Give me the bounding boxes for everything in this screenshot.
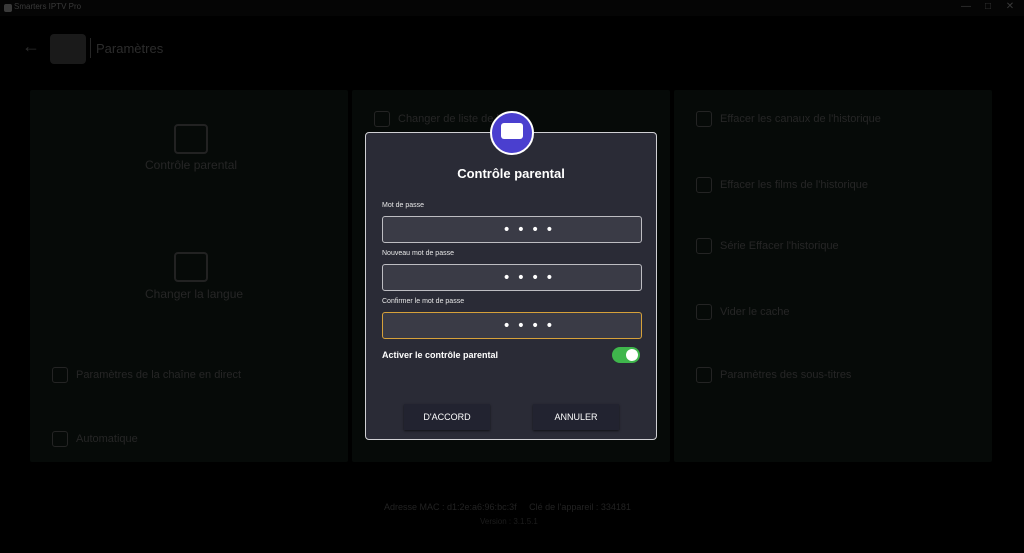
subtitle-settings-item[interactable]: Paramètres des sous-titres bbox=[696, 367, 851, 383]
new-password-field[interactable] bbox=[382, 264, 642, 291]
parental-control-icon bbox=[174, 124, 208, 154]
history-icon bbox=[696, 238, 712, 254]
change-language-item[interactable]: Changer la langue bbox=[145, 287, 243, 301]
header-separator bbox=[90, 38, 91, 58]
back-arrow-icon[interactable]: ← bbox=[22, 36, 40, 57]
toggle-knob bbox=[626, 349, 638, 361]
clear-channels-history-item[interactable]: Effacer les canaux de l'historique bbox=[696, 111, 881, 127]
clear-cache-item[interactable]: Vider le cache bbox=[696, 304, 790, 320]
history-icon bbox=[696, 177, 712, 193]
clear-movies-history-item[interactable]: Effacer les films de l'historique bbox=[696, 177, 868, 193]
page-title: Paramètres bbox=[96, 41, 164, 56]
smarters-logo-badge bbox=[490, 111, 534, 155]
minimize-button[interactable]: — bbox=[956, 1, 976, 12]
new-password-input[interactable] bbox=[383, 265, 641, 290]
tv-icon bbox=[52, 367, 68, 383]
device-key: Clé de l'appareil : 334181 bbox=[529, 502, 631, 512]
close-window-button[interactable]: ✕ bbox=[1000, 1, 1020, 12]
cancel-button[interactable]: ANNULER bbox=[533, 404, 619, 430]
parental-control-item[interactable]: Contrôle parental bbox=[145, 158, 237, 172]
list-icon bbox=[374, 111, 390, 127]
tv-logo-icon bbox=[501, 123, 523, 139]
history-icon bbox=[696, 111, 712, 127]
enable-parental-toggle[interactable] bbox=[612, 347, 640, 363]
language-icon bbox=[174, 252, 208, 282]
new-password-label: Nouveau mot de passe bbox=[382, 250, 454, 257]
device-info: Adresse MAC : d1:2e:a6:96:bc:3f Clé de l… bbox=[384, 502, 631, 512]
password-field[interactable] bbox=[382, 216, 642, 243]
smarters-logo bbox=[50, 34, 86, 64]
enable-parental-label: Activer le contrôle parental bbox=[382, 350, 499, 360]
header: ← Paramètres bbox=[0, 30, 400, 70]
app-version: Version : 3.1.5.1 bbox=[480, 517, 538, 526]
app-icon bbox=[4, 4, 12, 12]
subtitles-icon bbox=[696, 367, 712, 383]
maximize-button[interactable]: □ bbox=[978, 1, 998, 12]
parental-control-dialog: Contrôle parental Mot de passe Nouveau m… bbox=[365, 132, 657, 440]
automatic-item[interactable]: Automatique bbox=[52, 431, 138, 447]
clear-series-history-item[interactable]: Série Effacer l'historique bbox=[696, 238, 839, 254]
ok-button[interactable]: D'ACCORD bbox=[404, 404, 490, 430]
auto-icon bbox=[52, 431, 68, 447]
password-label: Mot de passe bbox=[382, 202, 425, 209]
password-input[interactable] bbox=[383, 217, 641, 242]
settings-column-3: Effacer les canaux de l'historique Effac… bbox=[674, 90, 992, 462]
window-title: Smarters IPTV Pro bbox=[14, 2, 82, 11]
settings-column-1: Contrôle parental Changer la langue Para… bbox=[30, 90, 348, 462]
live-channel-settings-item[interactable]: Paramètres de la chaîne en direct bbox=[52, 367, 241, 383]
dialog-title: Contrôle parental bbox=[457, 166, 565, 181]
confirm-password-label: Confirmer le mot de passe bbox=[382, 298, 465, 305]
mac-address: Adresse MAC : d1:2e:a6:96:bc:3f bbox=[384, 502, 517, 512]
confirm-password-input[interactable] bbox=[383, 313, 641, 338]
confirm-password-field[interactable] bbox=[382, 312, 642, 339]
title-bar: Smarters IPTV Pro — □ ✕ bbox=[0, 0, 1024, 16]
cache-icon bbox=[696, 304, 712, 320]
